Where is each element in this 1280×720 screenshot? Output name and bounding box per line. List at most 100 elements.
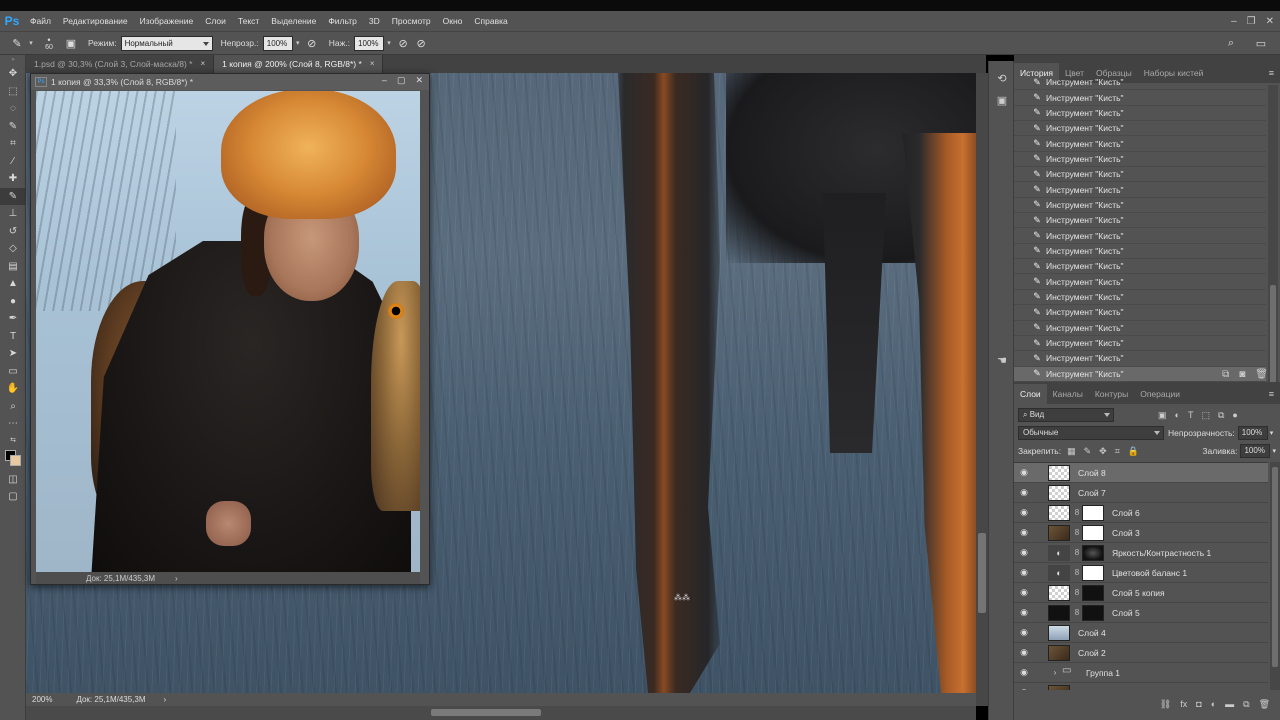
lock-transparent-icon[interactable]: ▦ [1067, 446, 1076, 457]
layer-row[interactable]: ◉ › ▭ Группа 1 [1014, 663, 1268, 683]
eye-icon[interactable]: ◉ [1014, 547, 1034, 558]
history-item[interactable]: ✎ Инструмент "Кисть" [1014, 259, 1266, 275]
pressure-size-icon[interactable]: ⊘ [412, 34, 430, 52]
history-item[interactable]: ✎ Инструмент "Кисть" [1014, 274, 1266, 290]
status-arrow-icon[interactable]: › [164, 695, 167, 704]
layer-mask-thumbnail[interactable] [1082, 524, 1104, 541]
pen-tool-icon[interactable]: ✒ [0, 310, 26, 328]
menu-layers[interactable]: Слои [199, 11, 232, 31]
eraser-tool-icon[interactable]: ◇ [0, 240, 26, 258]
shape-tool-icon[interactable]: ▭ [0, 363, 26, 381]
lock-position-icon[interactable]: ✥ [1099, 446, 1107, 457]
menu-text[interactable]: Текст [232, 11, 265, 31]
lasso-tool-icon[interactable]: ◌ [0, 100, 26, 118]
new-layer-icon[interactable]: ⧉ [1243, 699, 1249, 710]
close-icon[interactable]: × [370, 55, 375, 73]
layer-row[interactable]: ◉ ◐ 8 Яркость/Контрастность 1 [1014, 543, 1268, 563]
menu-image[interactable]: Изображение [134, 11, 200, 31]
actions-panel-icon[interactable]: ☚ [989, 349, 1015, 371]
layer-mask-thumbnail[interactable] [1082, 584, 1104, 601]
link-layers-icon[interactable]: ⛓ [1160, 699, 1171, 710]
link-icon[interactable]: 8 [1072, 608, 1082, 617]
history-item[interactable]: ✎ Инструмент "Кисть" [1014, 106, 1266, 122]
move-tool-icon[interactable]: ✥ [0, 65, 26, 83]
chevron-right-icon[interactable]: › [1048, 668, 1062, 677]
link-icon[interactable]: 8 [1072, 548, 1082, 557]
eye-icon[interactable]: ◉ [1014, 587, 1034, 598]
trash-icon[interactable]: 🗑 [1259, 699, 1270, 710]
eye-icon[interactable]: ◉ [1014, 487, 1034, 498]
filter-smart-object-icon[interactable]: ⧉ [1218, 410, 1224, 421]
eye-icon[interactable]: ◉ [1014, 467, 1034, 478]
vertical-scroll-thumb[interactable] [978, 533, 986, 613]
lock-all-icon[interactable]: 🔒 [1128, 446, 1139, 457]
restore-icon[interactable]: ❐ [1247, 16, 1256, 27]
layer-mask-thumbnail[interactable] [1082, 504, 1104, 521]
chevron-down-icon[interactable]: ▾ [26, 39, 36, 47]
toolbar-grip[interactable]: » [0, 55, 26, 65]
path-select-tool-icon[interactable]: ➤ [0, 345, 26, 363]
layer-filter-select[interactable]: ⌕ Вид [1018, 408, 1114, 422]
eye-icon[interactable]: ◉ [1014, 607, 1034, 618]
brush-tool-icon[interactable]: ✎ [0, 187, 26, 205]
eye-icon[interactable]: ◉ [1014, 667, 1034, 678]
airbrush-icon[interactable]: ⊘ [394, 34, 412, 52]
layer-opacity-field[interactable]: 100% [1237, 426, 1268, 440]
history-panel-icon[interactable]: ⟲ [989, 67, 1015, 89]
tab-layers[interactable]: Слои [1014, 384, 1047, 404]
history-item[interactable]: ✎ Инструмент "Кисть" [1014, 198, 1266, 214]
history-item[interactable]: ✎ Инструмент "Кисть" [1014, 321, 1266, 336]
tab-document-2[interactable]: 1 копия @ 200% (Слой 8, RGB/8*) * × [214, 55, 384, 73]
chevron-down-icon[interactable]: ▾ [1270, 429, 1274, 437]
background-color-swatch[interactable] [10, 454, 21, 466]
history-item[interactable]: ✎ Инструмент "Кисть" [1014, 136, 1266, 152]
more-tools-icon[interactable]: ⋯ [0, 415, 26, 433]
history-item[interactable]: ✎ Инструмент "Кисть" [1014, 182, 1266, 198]
healing-brush-tool-icon[interactable]: ✚ [0, 170, 26, 188]
history-item[interactable]: ✎ Инструмент "Кисть" [1014, 75, 1266, 91]
menu-file[interactable]: Файл [24, 11, 57, 31]
portrait-image[interactable] [36, 91, 420, 572]
quick-mask-icon[interactable]: ◫ [0, 471, 26, 489]
horizontal-scroll-thumb[interactable] [431, 709, 541, 716]
history-item[interactable]: ✎ Инструмент "Кисть" [1014, 213, 1266, 229]
minimize-icon[interactable]: – [1231, 16, 1237, 27]
history-item[interactable]: ✎ Инструмент "Кисть" [1014, 228, 1266, 244]
tab-paths[interactable]: Контуры [1089, 384, 1134, 404]
link-icon[interactable]: 8 [1072, 588, 1082, 597]
zoom-tool-icon[interactable]: ⌕ [0, 398, 26, 416]
layer-row[interactable]: ◉ Фон копия 3 [1014, 683, 1268, 690]
marquee-tool-icon[interactable]: ⬚ [0, 83, 26, 101]
menu-window[interactable]: Окно [437, 11, 469, 31]
lock-pixels-icon[interactable]: ✎ [1084, 446, 1092, 457]
brush-preset-picker[interactable]: • 60 [36, 35, 62, 51]
flow-field[interactable]: 100% [354, 35, 385, 51]
history-item[interactable]: ✎ Инструмент "Кисть" [1014, 121, 1266, 137]
screen-mode-icon[interactable]: ▢ [0, 488, 26, 506]
zoom-level[interactable]: 200% [32, 695, 52, 704]
layer-mask-thumbnail[interactable] [1082, 564, 1104, 581]
layer-row[interactable]: ◉ Слой 8 [1014, 463, 1268, 483]
layer-row[interactable]: ◉ 8 Слой 5 [1014, 603, 1268, 623]
brush-tool-icon[interactable]: ✎ [8, 34, 26, 52]
menu-view[interactable]: Просмотр [386, 11, 437, 31]
layer-blend-mode-select[interactable]: Обычные [1018, 426, 1164, 440]
horizontal-scrollbar[interactable] [26, 706, 976, 720]
search-icon[interactable]: ⌕ [1222, 34, 1240, 52]
add-mask-icon[interactable]: ◘ [1196, 699, 1201, 709]
history-item[interactable]: ✎ Инструмент "Кисть" [1014, 90, 1266, 106]
link-icon[interactable]: 8 [1072, 568, 1082, 577]
eye-icon[interactable]: ◉ [1014, 567, 1034, 578]
status-arrow-icon[interactable]: › [175, 574, 178, 583]
filter-toggle-icon[interactable]: ● [1232, 410, 1237, 421]
filter-shape-icon[interactable]: ⬚ [1201, 410, 1210, 421]
eye-icon[interactable]: ◉ [1014, 627, 1034, 638]
fill-field[interactable]: 100% [1240, 444, 1271, 458]
tab-actions[interactable]: Операции [1134, 384, 1186, 404]
color-swatches[interactable] [0, 447, 26, 471]
close-icon[interactable]: ✕ [415, 75, 423, 86]
history-brush-tool-icon[interactable]: ↺ [0, 223, 26, 241]
pressure-opacity-icon[interactable]: ⊘ [303, 34, 321, 52]
new-document-from-state-icon[interactable]: ⧉ [1222, 369, 1229, 380]
layer-row[interactable]: ◉ 8 Слой 3 [1014, 523, 1268, 543]
